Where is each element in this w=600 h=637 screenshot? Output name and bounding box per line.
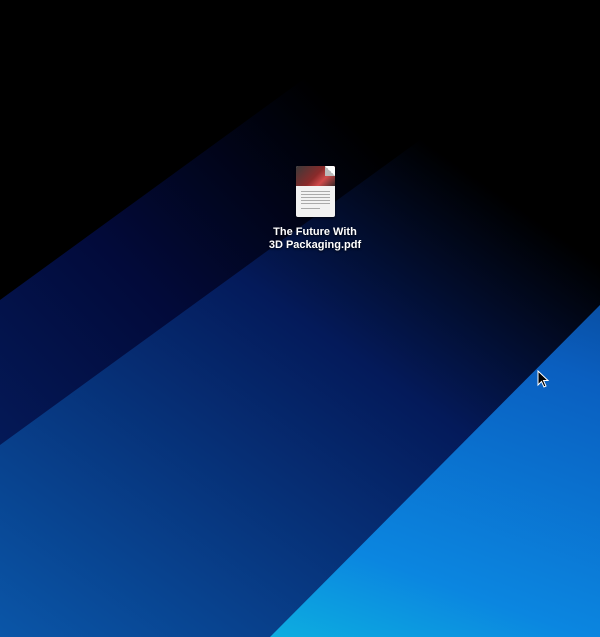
pdf-thumbnail-icon [295,166,335,217]
file-name-line: The Future With [273,226,357,238]
desktop-file-pdf[interactable]: The Future With 3D Packaging.pdf [262,166,368,252]
desktop-wallpaper [0,0,600,637]
file-name-label: The Future With 3D Packaging.pdf [269,226,361,252]
file-name-line: 3D Packaging.pdf [268,239,362,251]
arrow-cursor-icon [537,370,549,388]
